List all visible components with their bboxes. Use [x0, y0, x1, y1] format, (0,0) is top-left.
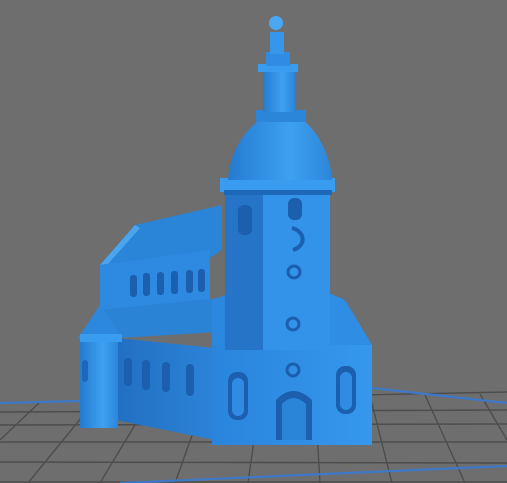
tower-lantern — [263, 70, 295, 112]
viewport-canvas[interactable] — [0, 0, 507, 483]
church-3d-model[interactable] — [78, 16, 372, 445]
3d-viewport[interactable] — [0, 0, 507, 483]
spire-ball — [269, 16, 283, 30]
tower-window-front — [288, 198, 302, 220]
round-tower — [80, 336, 118, 428]
tower-dome — [228, 118, 332, 180]
tower-window-left — [238, 205, 252, 235]
